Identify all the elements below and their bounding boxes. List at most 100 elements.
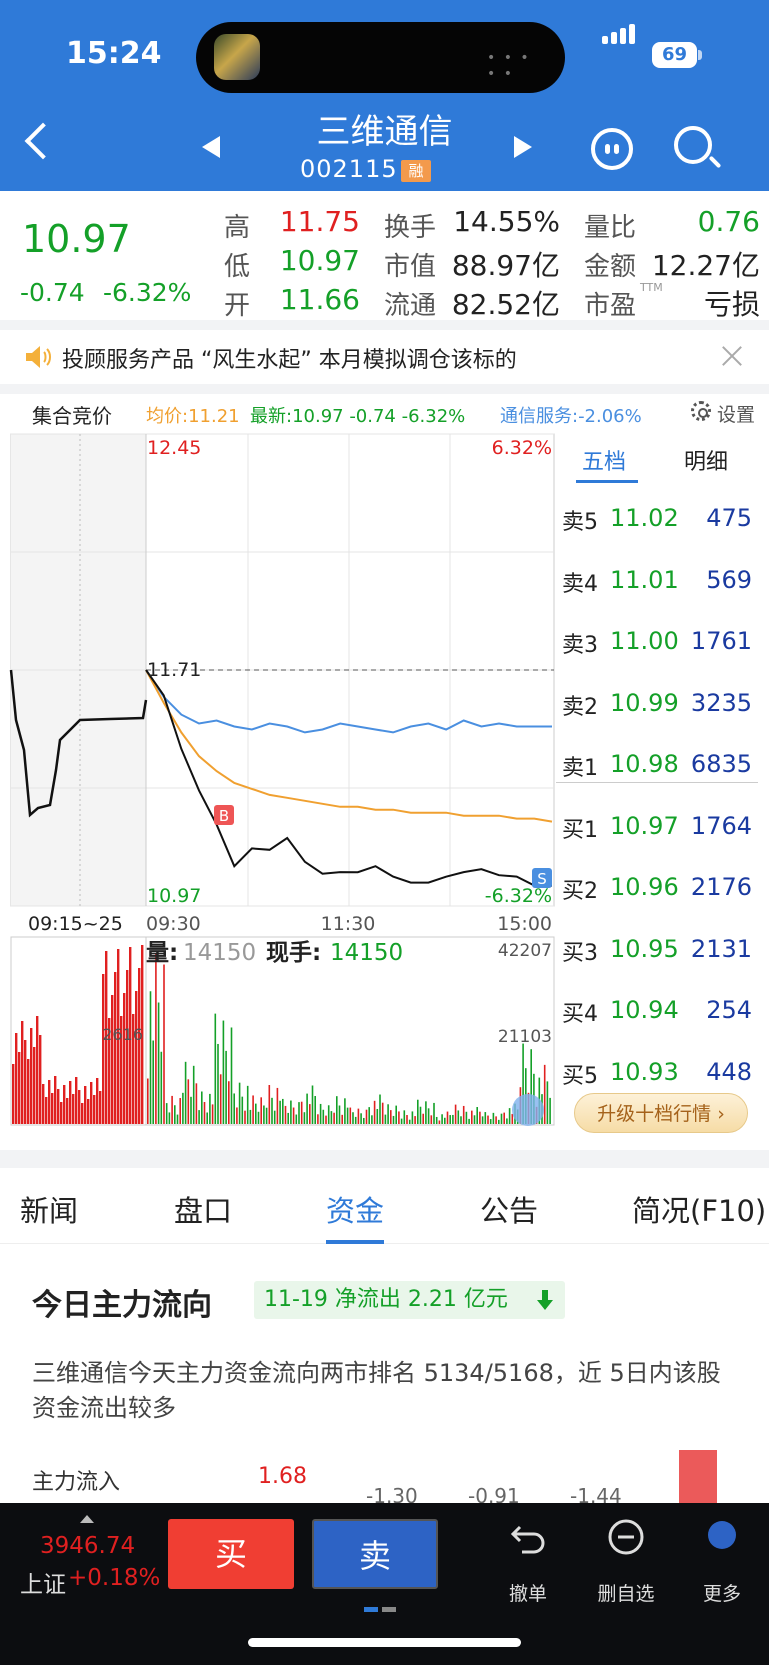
- tab-profile[interactable]: 简况(F10): [632, 1188, 766, 1230]
- volume-bar: [492, 1112, 495, 1124]
- auction-volume-bar: [12, 1064, 15, 1124]
- upgrade-level10-button[interactable]: 升级十档行情 ›: [574, 1093, 748, 1133]
- divider: [0, 320, 769, 330]
- time-mid: 11:30: [321, 913, 376, 935]
- home-indicator: [248, 1638, 521, 1647]
- volume-bar: [211, 1104, 214, 1124]
- auction-volume-bar: [135, 991, 138, 1124]
- auction-volume-label: 2616: [102, 1025, 143, 1044]
- volume-bar: [300, 1101, 303, 1124]
- auction-volume-bar: [66, 1098, 69, 1124]
- tab-five-levels[interactable]: 五档: [582, 444, 626, 476]
- volume-bar: [446, 1111, 449, 1124]
- speaker-icon: [26, 346, 51, 368]
- stat-value-float: 82.52亿: [451, 288, 560, 321]
- level-price: 10.98: [610, 750, 679, 778]
- content-tabs: 新闻 盘口 资金 公告 简况(F10): [0, 1170, 769, 1244]
- volume-bar: [441, 1114, 443, 1124]
- level-label: 卖3: [562, 633, 598, 658]
- ask-row[interactable]: 卖5 11.02 475: [556, 490, 758, 550]
- assistant-face-icon[interactable]: [591, 128, 633, 170]
- tab-quote[interactable]: 盘口: [174, 1188, 232, 1230]
- expand-caret-icon[interactable]: [80, 1515, 94, 1523]
- remove-watchlist-label[interactable]: 删自选: [586, 1579, 666, 1606]
- volume-bar: [452, 1114, 454, 1124]
- volume-bar: [322, 1109, 325, 1124]
- index-value[interactable]: 3946.74: [40, 1533, 135, 1559]
- volume-bar: [174, 1105, 176, 1124]
- volume-bar: [217, 1043, 219, 1124]
- level-label: 卖4: [562, 571, 598, 597]
- bid-row[interactable]: 买3 10.95 2131: [556, 921, 758, 981]
- gear-icon[interactable]: [691, 401, 711, 421]
- remove-watchlist-icon[interactable]: [606, 1517, 646, 1557]
- more-label[interactable]: 更多: [682, 1579, 762, 1606]
- tab-funds[interactable]: 资金: [326, 1188, 384, 1230]
- bid-row[interactable]: 买1 10.97 1764: [556, 798, 758, 858]
- volume-bar: [147, 1078, 149, 1124]
- next-stock-icon[interactable]: [514, 136, 532, 158]
- intraday-chart[interactable]: B S 12.45 6.32% 11.71 10.97 -6.32% 09:15…: [0, 430, 556, 1140]
- tab-indicator: [576, 480, 638, 483]
- level-label: 卖5: [562, 510, 598, 535]
- volume-bar: [387, 1104, 389, 1124]
- close-icon[interactable]: [720, 344, 744, 368]
- volume-bar: [327, 1105, 330, 1124]
- auction-volume-bar: [39, 1035, 42, 1124]
- volume-bar: [268, 1085, 271, 1124]
- flow-badge-text: 11-19 净流出 2.21 亿元: [264, 1287, 508, 1312]
- volume-bar: [338, 1105, 341, 1124]
- level-label: 卖2: [562, 694, 598, 720]
- volume-bar: [257, 1111, 260, 1124]
- ask-row[interactable]: 卖2 10.99 3235: [556, 675, 758, 735]
- chart-info-bar: 集合竞价 均价:11.21 最新:10.97 -0.74 -6.32% 通信服务…: [0, 396, 769, 430]
- volume-bar: [344, 1098, 346, 1124]
- reference-price-label: 11.71: [147, 659, 201, 681]
- volume-bar: [298, 1102, 300, 1124]
- volume-bar: [238, 1082, 241, 1124]
- low-pct-label: -6.32%: [485, 885, 552, 907]
- auction-volume-bar: [111, 995, 114, 1124]
- battery-tip: [698, 50, 702, 60]
- undo-icon[interactable]: [508, 1517, 548, 1557]
- bid-row[interactable]: 买2 10.96 2176: [556, 859, 758, 919]
- tab-details[interactable]: 明细: [684, 444, 728, 476]
- low-price-label: 10.97: [147, 885, 201, 907]
- search-icon[interactable]: [674, 126, 712, 164]
- level-label: 卖1: [562, 756, 598, 781]
- volume-bar: [295, 1114, 298, 1124]
- tab-underline: [326, 1240, 384, 1244]
- volume-bar: [168, 1112, 171, 1124]
- time-end: 15:00: [497, 913, 552, 935]
- settings-label[interactable]: 设置: [717, 400, 755, 427]
- buy-button[interactable]: 买: [168, 1519, 294, 1589]
- ask-row[interactable]: 卖3 11.00 1761: [556, 613, 758, 673]
- volume-bar: [195, 1083, 198, 1124]
- bid-row[interactable]: 买4 10.94 254: [556, 982, 758, 1042]
- more-icon[interactable]: [702, 1517, 742, 1557]
- volume-bar: [282, 1098, 284, 1124]
- ask-row[interactable]: 卖1 10.98 6835: [556, 736, 758, 796]
- volume-bar: [376, 1108, 379, 1124]
- volume-bar: [392, 1115, 395, 1124]
- stock-code: 002115: [300, 155, 398, 183]
- volume-value: 14150: [183, 940, 256, 966]
- volume-bar: [206, 1112, 208, 1124]
- level-price: 10.99: [610, 688, 679, 717]
- volume-bar: [222, 1020, 225, 1124]
- stat-label: 低: [224, 252, 251, 282]
- volume-bar: [414, 1116, 416, 1124]
- tab-news[interactable]: 新闻: [20, 1188, 78, 1230]
- flow-badge: 11-19 净流出 2.21 亿元: [254, 1281, 565, 1319]
- notice-bar[interactable]: 投顾服务产品 “风生水起” 本月模拟调仓该标的: [0, 330, 769, 384]
- volume-bar: [149, 991, 152, 1124]
- auction-volume-bar: [69, 1081, 72, 1124]
- ask-row[interactable]: 卖4 11.01 569: [556, 552, 758, 612]
- auction-volume-bar: [90, 1082, 93, 1124]
- auction-volume-bar: [18, 1052, 21, 1124]
- tab-announcements[interactable]: 公告: [480, 1188, 538, 1230]
- volume-bar: [381, 1102, 384, 1124]
- cancel-order-label[interactable]: 撤单: [488, 1579, 568, 1606]
- sell-button[interactable]: 卖: [312, 1519, 438, 1589]
- auction-volume-bar: [72, 1094, 75, 1124]
